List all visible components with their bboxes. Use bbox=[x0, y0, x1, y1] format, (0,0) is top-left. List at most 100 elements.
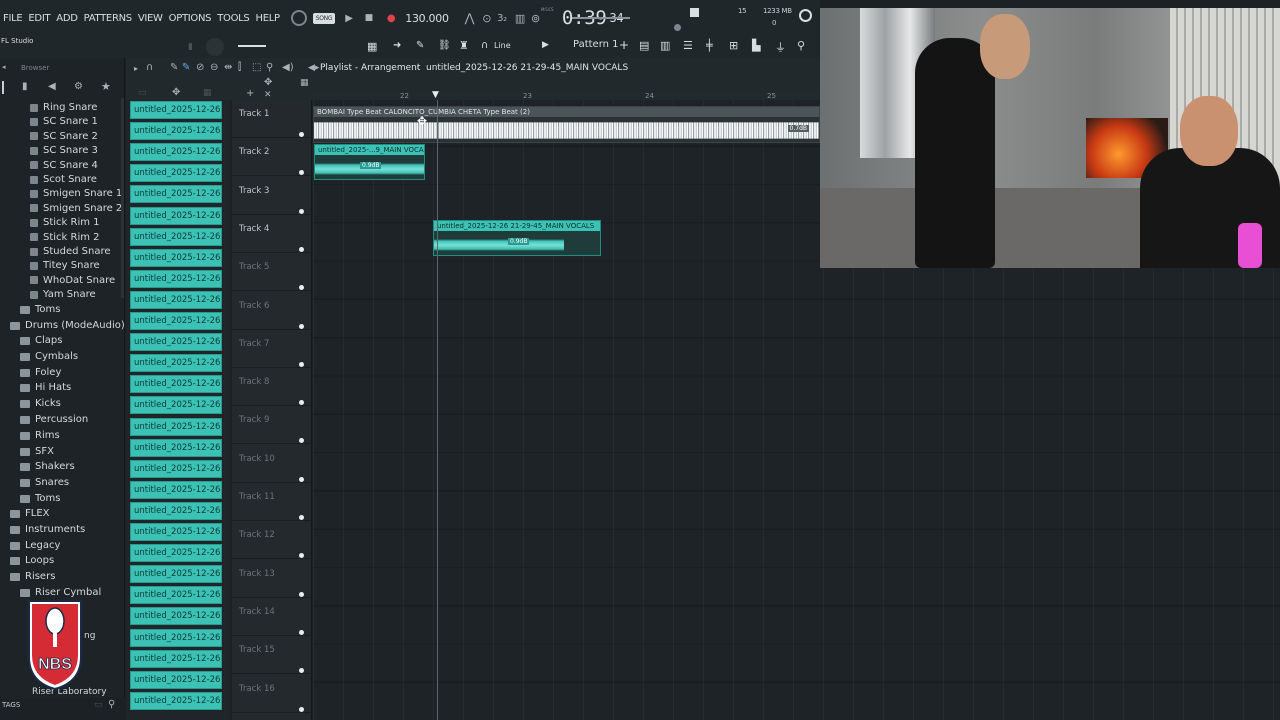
menu-patterns[interactable]: PATTERNS bbox=[81, 13, 135, 24]
browser-folder[interactable]: Cymbals bbox=[20, 351, 78, 362]
plug-icon[interactable]: ⏚ bbox=[775, 39, 786, 55]
browser-folder[interactable]: Snares bbox=[20, 477, 69, 488]
master-pitch-knob[interactable] bbox=[674, 24, 681, 31]
browser-item-partial[interactable]: ng bbox=[84, 631, 95, 641]
track-header[interactable]: Track 1 bbox=[232, 100, 312, 138]
lock-icon[interactable]: ▮ bbox=[188, 42, 193, 52]
track-header[interactable]: Track 3 bbox=[232, 177, 312, 215]
browser-folder[interactable]: Legacy bbox=[10, 540, 60, 551]
picker-move-icon[interactable]: ✥ bbox=[172, 87, 180, 98]
picker-clip[interactable]: untitled_2025-12-26 21-... bbox=[130, 691, 222, 710]
browser-item[interactable]: WhoDat Snare bbox=[30, 275, 115, 286]
tempo-display[interactable]: 130.000 bbox=[405, 12, 449, 25]
snap-line-label[interactable]: Line bbox=[494, 41, 511, 50]
browser-folder[interactable]: Kicks bbox=[20, 398, 61, 409]
slip-tool-icon[interactable]: ⇹ bbox=[224, 62, 232, 73]
browser-menu-icon[interactable]: ◂ bbox=[2, 63, 6, 71]
track-mute-led[interactable] bbox=[299, 170, 304, 176]
browser-item[interactable]: Studed Snare bbox=[30, 246, 111, 257]
browser-folder[interactable]: Toms bbox=[20, 493, 60, 504]
browser-folder[interactable]: Percussion bbox=[20, 414, 88, 425]
menu-help[interactable]: HELP bbox=[252, 13, 282, 24]
picker-clip[interactable]: untitled_2025-12-26 21-... bbox=[130, 459, 222, 478]
browser-folder[interactable]: Drums (ModeAudio) bbox=[10, 320, 125, 331]
browser-item[interactable]: SC Snare 1 bbox=[30, 116, 98, 127]
track-mute-led[interactable] bbox=[299, 361, 304, 367]
playlist-arrow-icon[interactable]: ◀▸ bbox=[308, 63, 319, 73]
track-mute-led[interactable] bbox=[299, 438, 304, 444]
browser-item[interactable]: Smigen Snare 1 bbox=[30, 188, 122, 199]
menu-tools[interactable]: TOOLS bbox=[214, 13, 252, 24]
track-header[interactable]: Track 13 bbox=[232, 560, 312, 598]
track-mute-led[interactable] bbox=[299, 629, 304, 635]
picker-clip[interactable]: untitled_2025-12-26 21-... bbox=[130, 269, 222, 288]
picker-clip[interactable]: untitled_2025-12-26 21-... bbox=[130, 649, 222, 668]
browser-item[interactable]: Smigen Snare 2 bbox=[30, 203, 122, 214]
track-mute-led[interactable] bbox=[299, 591, 304, 597]
browser-folder[interactable]: Loops bbox=[10, 555, 54, 566]
picker-clip[interactable]: untitled_2025-12-26 21-... bbox=[130, 396, 222, 415]
playlist-clip-vocal-2[interactable]: untitled_2025-12-26 21-29-45_MAIN VOCALS… bbox=[433, 220, 601, 256]
picker-clip[interactable]: untitled_2025-12-26 21-... bbox=[130, 143, 222, 162]
browser-item[interactable]: SC Snare 3 bbox=[30, 145, 98, 156]
browser-item[interactable]: Stick Rim 1 bbox=[30, 217, 100, 228]
picker-clip[interactable]: untitled_2025-12-26 21-... bbox=[130, 523, 222, 541]
playback-tool-icon[interactable]: ◀) bbox=[282, 62, 294, 73]
power-icon[interactable] bbox=[799, 9, 812, 22]
slice-tool-icon[interactable]: ⫿ bbox=[238, 62, 241, 73]
add-track-icon[interactable]: + bbox=[246, 88, 254, 99]
track-header[interactable]: Track 7 bbox=[232, 330, 312, 368]
browser-folder[interactable]: Hi Hats bbox=[20, 382, 71, 393]
browser-folder[interactable]: Risers bbox=[10, 571, 55, 582]
track-header[interactable]: Track 8 bbox=[232, 368, 312, 407]
picker-grid-icon[interactable]: ▦ bbox=[203, 88, 212, 98]
browser-search-icon[interactable]: ⚲ bbox=[108, 699, 115, 710]
mute-tool-icon[interactable]: ⊖ bbox=[210, 62, 218, 73]
track-mute-led[interactable] bbox=[299, 476, 304, 482]
arrow-right-icon[interactable]: ➜ bbox=[393, 40, 401, 51]
picker-view-icon[interactable]: ▭ bbox=[138, 88, 147, 98]
menu-options[interactable]: OPTIONS bbox=[166, 13, 215, 24]
browser-window-icon[interactable]: ⊞ bbox=[729, 39, 738, 52]
track-header[interactable]: Track 5 bbox=[232, 253, 312, 292]
browser-file-icon[interactable]: ▮ bbox=[22, 81, 28, 92]
browser-folder[interactable]: Instruments bbox=[10, 524, 85, 535]
hint-knob[interactable] bbox=[206, 38, 224, 56]
loop-record-icon[interactable]: ▥ bbox=[515, 12, 525, 25]
browser-folder[interactable]: FLEX bbox=[10, 508, 50, 519]
picker-clip[interactable]: untitled_2025-12-26 21-... bbox=[130, 185, 222, 204]
picker-clip[interactable]: untitled_2025-12-26 21-... bbox=[130, 438, 222, 457]
picker-clip[interactable]: untitled_2025-12-26 21-... bbox=[130, 227, 222, 246]
track-mute-led[interactable] bbox=[299, 323, 304, 329]
picker-clip[interactable]: untitled_2025-12-26 21-... bbox=[130, 670, 222, 689]
picker-clip[interactable]: untitled_2025-12-26 21-... bbox=[130, 164, 222, 183]
pattern-prev-icon[interactable]: ▶ bbox=[542, 40, 549, 50]
picker-clip[interactable]: untitled_2025-12-26 21-... bbox=[130, 312, 222, 330]
menu-view[interactable]: VIEW bbox=[135, 13, 166, 24]
step-edit-icon[interactable]: ⊚ bbox=[531, 12, 540, 25]
picker-clip[interactable]: untitled_2025-12-26 21-... bbox=[130, 290, 222, 309]
picker-clip[interactable]: untitled_2025-12-26 21-... bbox=[130, 480, 222, 499]
picker-clip[interactable]: untitled_2025-12-26 21-... bbox=[130, 586, 222, 605]
piano-roll-window-icon[interactable]: ▥ bbox=[660, 39, 670, 52]
mixer-window-icon[interactable]: ╪ bbox=[706, 39, 713, 52]
snap-slider[interactable] bbox=[238, 45, 266, 47]
browser-star-icon[interactable]: ★ bbox=[101, 80, 111, 93]
stop-icon[interactable]: ■ bbox=[365, 13, 374, 23]
record-icon[interactable]: ● bbox=[387, 13, 396, 24]
browser-item[interactable]: Titey Snare bbox=[30, 260, 100, 271]
browser-item[interactable]: Stick Rim 2 bbox=[30, 232, 100, 243]
browser-folder[interactable]: Foley bbox=[20, 367, 61, 378]
browser-view-icon[interactable]: ▭ bbox=[94, 700, 103, 710]
track-mute-led[interactable] bbox=[299, 400, 304, 406]
playlist-clip-vocal-1[interactable]: untitled_2025-...9_MAIN VOCALS 0.9dB bbox=[314, 144, 425, 180]
track-header[interactable]: Track 12 bbox=[232, 521, 312, 560]
play-icon[interactable]: ▶ bbox=[345, 13, 353, 24]
microphone-icon[interactable]: ⚲ bbox=[797, 39, 805, 52]
picker-clip[interactable]: untitled_2025-12-26 21-... bbox=[130, 628, 222, 647]
link-icon[interactable]: ⛓ bbox=[438, 40, 451, 51]
picker-clip[interactable]: untitled_2025-12-26 21-... bbox=[130, 248, 222, 267]
menu-edit[interactable]: EDIT bbox=[25, 13, 53, 24]
browser-tab-all-icon[interactable] bbox=[2, 81, 11, 94]
browser-item[interactable]: SC Snare 4 bbox=[30, 160, 98, 171]
